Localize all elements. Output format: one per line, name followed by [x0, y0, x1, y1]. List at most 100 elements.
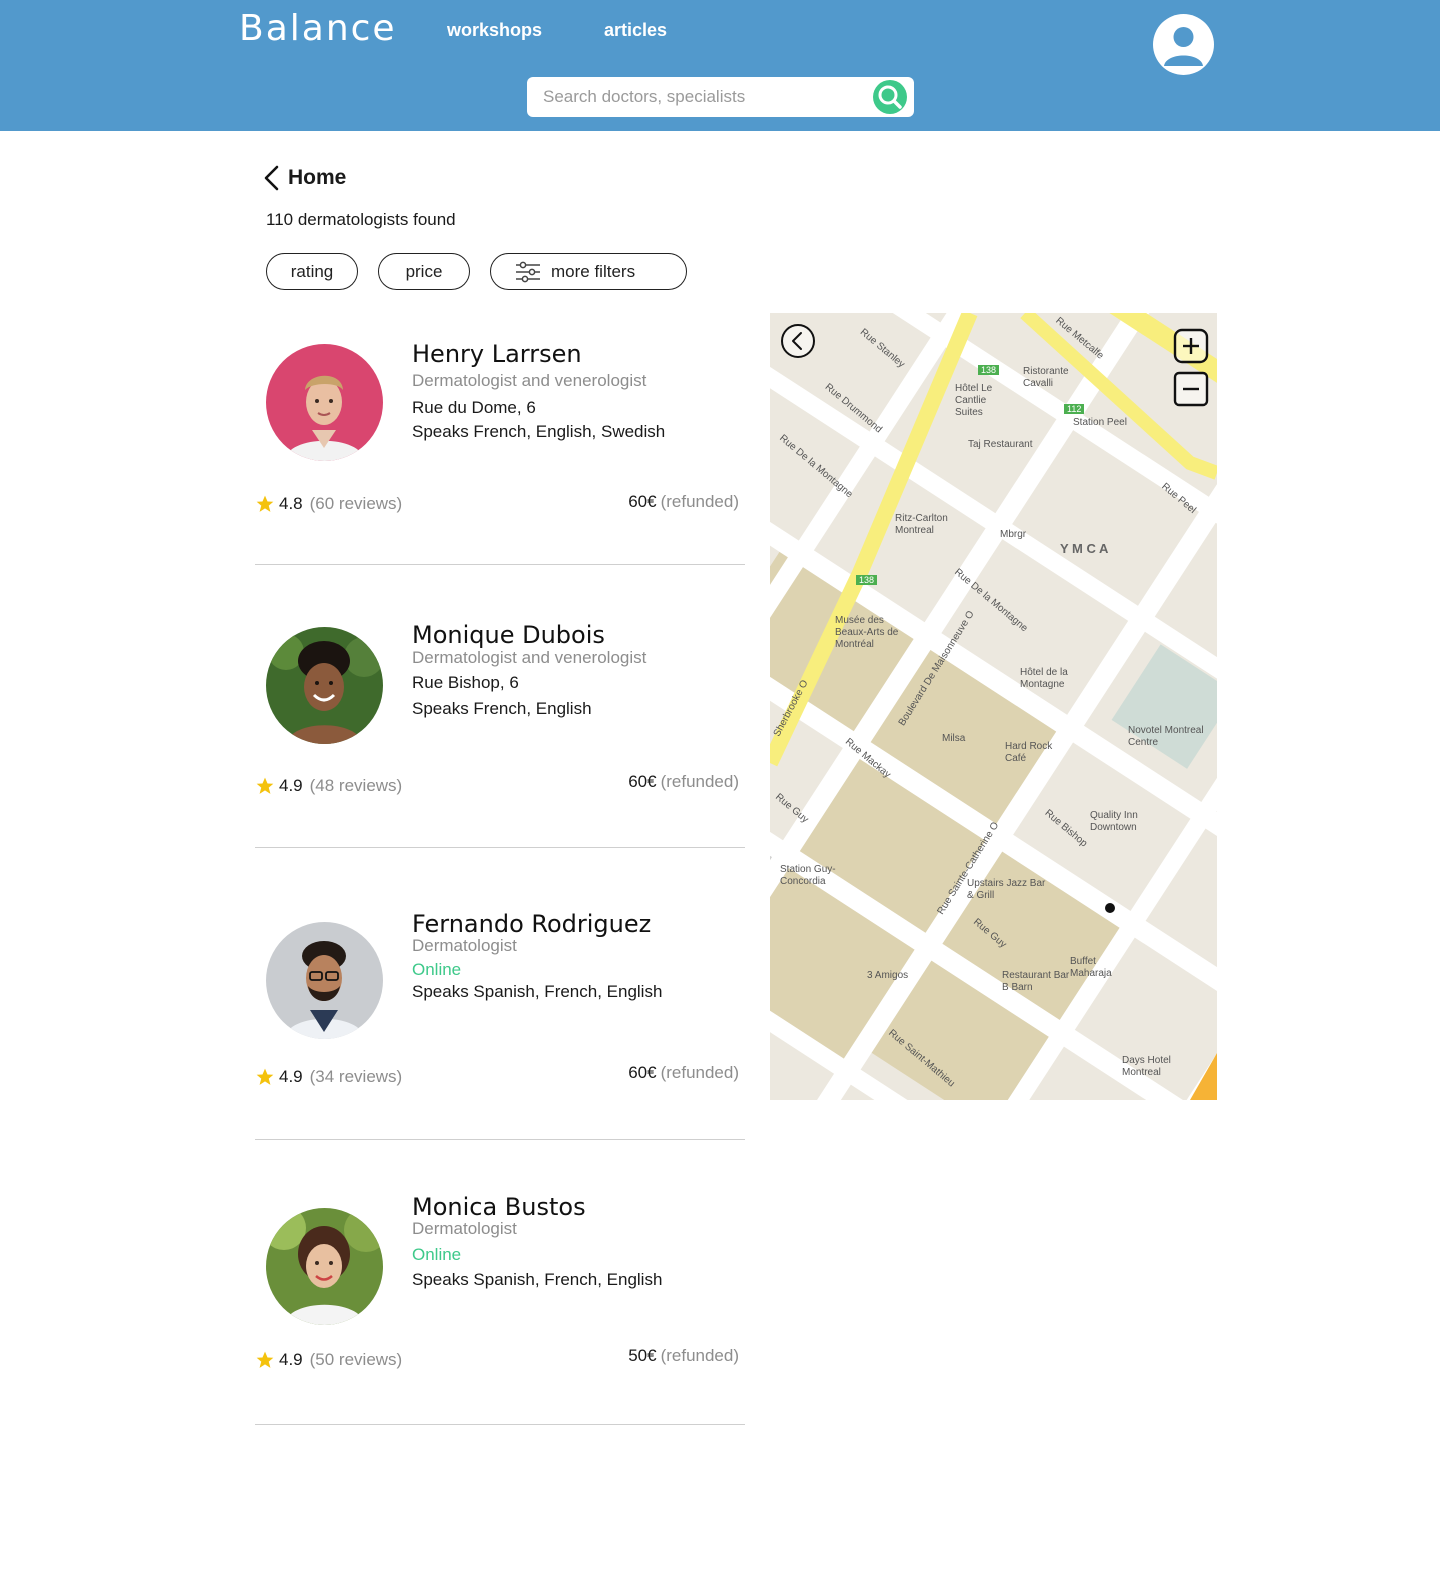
map-label-days: Days Hotel Montreal	[1122, 1055, 1171, 1078]
zoom-in-button[interactable]	[1173, 328, 1209, 369]
doctor-specialty: Dermatologist	[412, 1219, 517, 1238]
map-label-amigos: 3 Amigos	[867, 970, 909, 981]
price-note: (refunded)	[660, 772, 739, 791]
doctor-card[interactable]: Fernando Rodriguez Dermatologist Online …	[255, 905, 745, 1140]
map-label-novotel: Novotel Montreal Centre	[1128, 725, 1204, 748]
rating-value: 4.9	[279, 776, 303, 795]
map-label-carlie: Hôtel Le Cantlie Suites	[955, 383, 993, 418]
doctor-rating: 4.9 (34 reviews)	[255, 1067, 402, 1087]
search-bar	[527, 77, 914, 117]
nav-workshops[interactable]: workshops	[447, 20, 542, 41]
doctor-online-status: Online	[412, 960, 462, 979]
doctor-languages: Speaks French, English, Swedish	[412, 422, 666, 441]
doctor-name[interactable]: Henry Larrsen	[412, 340, 582, 368]
person-photo-icon	[266, 922, 383, 1039]
doctor-card[interactable]: Monica Bustos Dermatologist Online Speak…	[255, 1190, 745, 1425]
map-label-upstairs: Upstairs Jazz Bar & Grill	[967, 878, 1046, 901]
filter-price-button[interactable]: price	[378, 253, 470, 290]
doctor-photo[interactable]	[266, 922, 383, 1039]
doctor-price: 60€ (refunded)	[628, 492, 739, 512]
review-count[interactable]: (34 reviews)	[310, 1067, 403, 1087]
map-route-112: 112	[1064, 404, 1085, 414]
price-value: 50€	[628, 1346, 657, 1365]
back-home-link[interactable]: Home	[262, 163, 346, 193]
user-icon	[1164, 27, 1203, 66]
map-label-station-guy: Station Guy-Concordia	[780, 864, 836, 887]
map-label-buffet: Buffet Maharaja	[1070, 956, 1112, 979]
price-value: 60€	[628, 492, 657, 511]
price-note: (refunded)	[660, 1063, 739, 1082]
more-filters-label: more filters	[551, 261, 636, 281]
sliders-icon	[516, 261, 540, 282]
card-divider	[255, 847, 745, 848]
map-label-ymca: Y M C A	[1060, 541, 1109, 556]
map-label-milsa: Milsa	[942, 733, 966, 744]
filter-rating-button[interactable]: rating	[266, 253, 358, 290]
map-label-hard-rock: Hard Rock Café	[1005, 741, 1053, 764]
doctor-price: 60€ (refunded)	[628, 1063, 739, 1083]
map-label-taj: Taj Restaurant	[968, 439, 1033, 450]
doctor-name[interactable]: Fernando Rodriguez	[412, 910, 651, 938]
doctor-location: Rue du Dome, 6	[412, 398, 536, 417]
doctor-location: Rue Bishop, 6	[412, 673, 519, 692]
doctor-rating: 4.8 (60 reviews)	[255, 494, 402, 514]
circle-chevron-left-icon	[781, 324, 815, 358]
back-label: Home	[288, 166, 347, 189]
map-label-hotel-montagne: Hôtel de la Montagne	[1020, 667, 1068, 690]
rating-value: 4.8	[279, 494, 303, 513]
price-note: (refunded)	[660, 1346, 739, 1365]
nav-articles[interactable]: articles	[604, 20, 667, 41]
doctor-photo[interactable]	[266, 627, 383, 744]
review-count[interactable]: (50 reviews)	[310, 1350, 403, 1370]
search-input[interactable]	[543, 77, 863, 117]
doctor-rating: 4.9 (50 reviews)	[255, 1350, 402, 1370]
map-label-musee: Musée des Beaux-Arts de Montréal	[835, 615, 899, 650]
map-back-button[interactable]	[780, 323, 816, 364]
price-note: (refunded)	[660, 492, 739, 511]
map-label-cavalli: Ristorante Cavalli	[1023, 366, 1069, 389]
doctor-specialty: Dermatologist	[412, 936, 517, 955]
map-panel[interactable]: Y M C A Station Peel Station Guy-Concord…	[770, 313, 1217, 1100]
results-count: 110 dermatologists found	[266, 210, 456, 229]
doctor-online-status: Online	[412, 1245, 462, 1264]
star-icon	[256, 1351, 274, 1368]
doctor-card[interactable]: Monique Dubois Dermatologist and venerol…	[255, 613, 745, 848]
doctor-photo[interactable]	[266, 1208, 383, 1325]
card-divider	[255, 1424, 745, 1425]
chevron-left-icon	[264, 165, 279, 191]
street-map[interactable]	[770, 313, 1217, 1100]
doctor-languages: Speaks Spanish, French, English	[412, 982, 663, 1001]
review-count[interactable]: (48 reviews)	[310, 776, 403, 796]
rating-value: 4.9	[279, 1067, 303, 1086]
plus-square-icon	[1173, 328, 1209, 364]
map-route-138: 138	[978, 365, 1000, 375]
more-filters-button[interactable]: more filters	[490, 253, 687, 290]
doctor-name[interactable]: Monique Dubois	[412, 621, 605, 649]
person-photo-icon	[266, 1208, 383, 1325]
card-divider	[255, 564, 745, 565]
doctor-card[interactable]: Henry Larrsen Dermatologist and venerolo…	[255, 330, 745, 565]
doctor-languages: Speaks Spanish, French, English	[412, 1270, 663, 1289]
card-divider	[255, 1139, 745, 1140]
map-label-bar-b: Restaurant Bar B Barn	[1002, 970, 1070, 993]
price-value: 60€	[628, 772, 657, 791]
person-photo-icon	[266, 344, 383, 461]
rating-value: 4.9	[279, 1350, 303, 1369]
doctor-specialty: Dermatologist and venerologist	[412, 648, 647, 667]
map-label-ritz: Ritz-Carlton Montreal	[895, 513, 948, 536]
price-value: 60€	[628, 1063, 657, 1082]
magnifier-icon	[878, 85, 902, 109]
search-button[interactable]	[873, 80, 907, 114]
map-label-quality: Quality Inn Downtown	[1090, 810, 1138, 833]
doctor-photo[interactable]	[266, 344, 383, 461]
doctor-price: 60€ (refunded)	[628, 772, 739, 792]
star-icon	[256, 495, 274, 512]
map-route-138-b: 138	[856, 575, 878, 585]
doctor-name[interactable]: Monica Bustos	[412, 1193, 586, 1221]
app-logo[interactable]: Balance	[239, 8, 397, 49]
review-count[interactable]: (60 reviews)	[310, 494, 403, 514]
top-header: Balance workshops articles	[0, 0, 1440, 131]
doctor-languages: Speaks French, English	[412, 699, 592, 718]
zoom-out-button[interactable]	[1173, 371, 1209, 412]
user-avatar-button[interactable]	[1153, 14, 1214, 75]
